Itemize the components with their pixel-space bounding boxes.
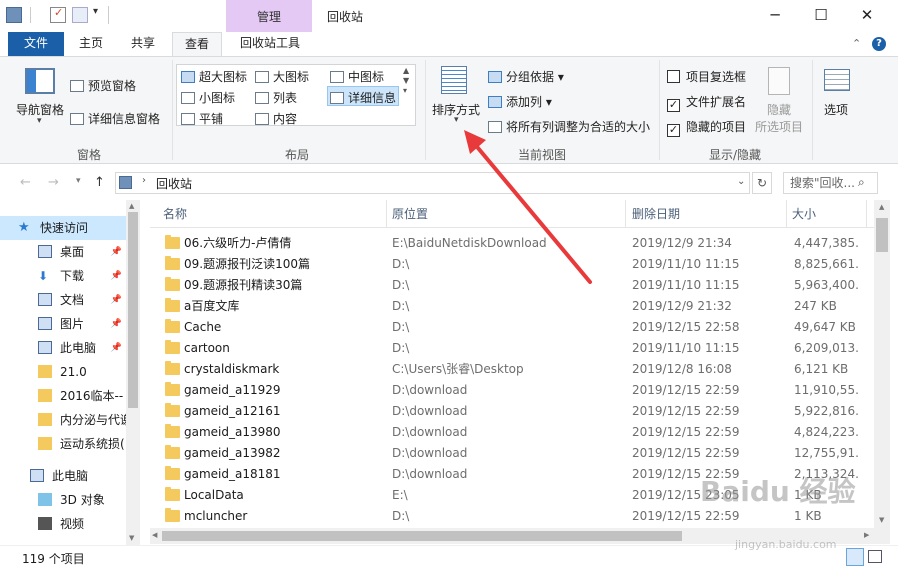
- watermark-url: jingyan.baidu.com: [735, 538, 837, 551]
- watermark-logo: Baidu 经验: [700, 475, 856, 508]
- arrow-head: [464, 130, 486, 154]
- arrow-shaft: [471, 140, 592, 284]
